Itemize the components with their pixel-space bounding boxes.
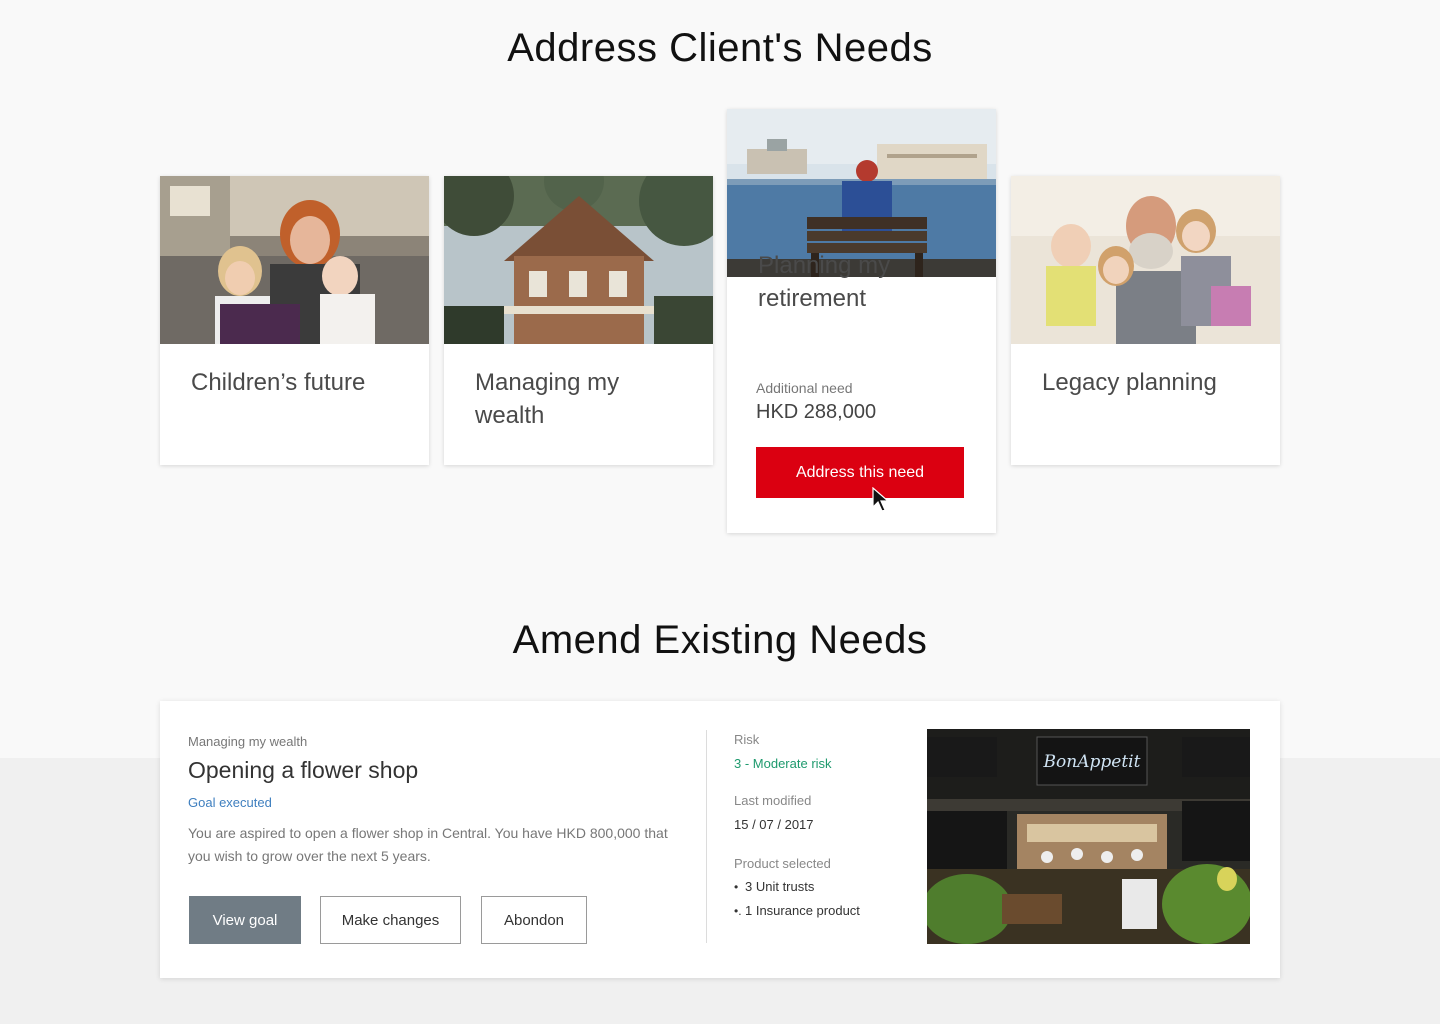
vertical-divider — [706, 730, 707, 943]
product-selected-label: Product selected — [734, 856, 831, 871]
product-item: •. 1 Insurance product — [734, 901, 860, 925]
amend-needs-heading: Amend Existing Needs — [512, 618, 928, 662]
view-goal-button[interactable]: View goal — [189, 896, 301, 944]
need-category: Managing my wealth — [188, 734, 308, 749]
need-card-planning-retirement[interactable]: Planning my retirement Additional need H… — [727, 109, 996, 533]
photo-sign-text: BonAppetit — [1043, 752, 1141, 772]
need-card-managing-wealth[interactable]: Managing my wealth — [444, 176, 713, 465]
last-modified-label: Last modified — [734, 793, 812, 808]
goal-description: You are aspired to open a flower shop in… — [188, 825, 668, 864]
last-modified-value: 15 / 07 / 2017 — [734, 817, 814, 832]
need-card-title: Children’s future — [191, 369, 366, 396]
product-item: • 3 Unit trusts — [734, 877, 860, 901]
product-text: 3 Unit trusts — [745, 879, 815, 894]
risk-label: Risk — [734, 732, 760, 747]
address-this-need-button[interactable]: Address this need — [756, 447, 964, 498]
flower-shop-photo: BonAppetit — [927, 729, 1250, 944]
risk-value: 3 - Moderate risk — [734, 756, 832, 771]
existing-need-details: Managing my wealth Opening a flower shop… — [188, 701, 688, 978]
goal-title: Opening a flower shop — [188, 757, 419, 783]
address-needs-heading: Address Client's Needs — [507, 26, 933, 70]
need-card-childrens-future[interactable]: Children’s future — [160, 176, 429, 465]
additional-need-label: Additional need — [756, 380, 853, 396]
mouse-pointer-icon — [872, 487, 890, 512]
children-family-photo — [160, 176, 429, 344]
goal-status: Goal executed — [188, 795, 272, 810]
bullet: •. — [734, 904, 742, 918]
additional-need-amount: HKD 288,000 — [756, 401, 877, 423]
grandparent-family-photo — [1011, 176, 1280, 344]
bullet: • — [734, 880, 739, 894]
existing-need-card: Managing my wealth Opening a flower shop… — [160, 701, 1280, 978]
need-card-title: Managing my wealth — [475, 369, 620, 429]
abandon-button[interactable]: Abondon — [481, 896, 587, 944]
house-photo — [444, 176, 713, 344]
need-card-title: Legacy planning — [1042, 369, 1217, 396]
product-list: • 3 Unit trusts •. 1 Insurance product — [734, 877, 860, 925]
product-text: 1 Insurance product — [745, 903, 860, 918]
need-card-legacy-planning[interactable]: Legacy planning — [1011, 176, 1280, 465]
need-card-title: Planning my retirement — [758, 252, 891, 312]
make-changes-button[interactable]: Make changes — [320, 896, 461, 944]
